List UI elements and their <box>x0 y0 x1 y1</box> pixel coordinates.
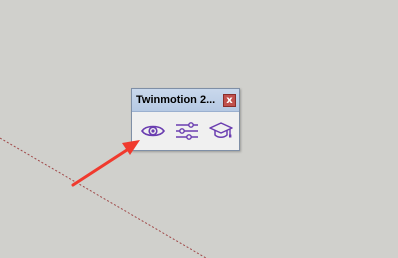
close-button[interactable]: x <box>223 94 236 107</box>
settings-button[interactable] <box>173 120 201 142</box>
eye-icon <box>141 125 165 137</box>
twinmotion-toolbar[interactable]: Twinmotion 2... x <box>131 88 240 151</box>
learn-button[interactable] <box>207 120 235 142</box>
sliders-icon <box>176 122 198 140</box>
toolbar-title: Twinmotion 2... <box>136 94 216 106</box>
viewport-canvas[interactable]: Twinmotion 2... x <box>0 0 398 258</box>
view-button[interactable] <box>139 120 167 142</box>
close-icon: x <box>226 95 233 106</box>
graduation-cap-icon <box>209 122 233 138</box>
toolbar-title-bar[interactable]: Twinmotion 2... x <box>132 89 239 112</box>
